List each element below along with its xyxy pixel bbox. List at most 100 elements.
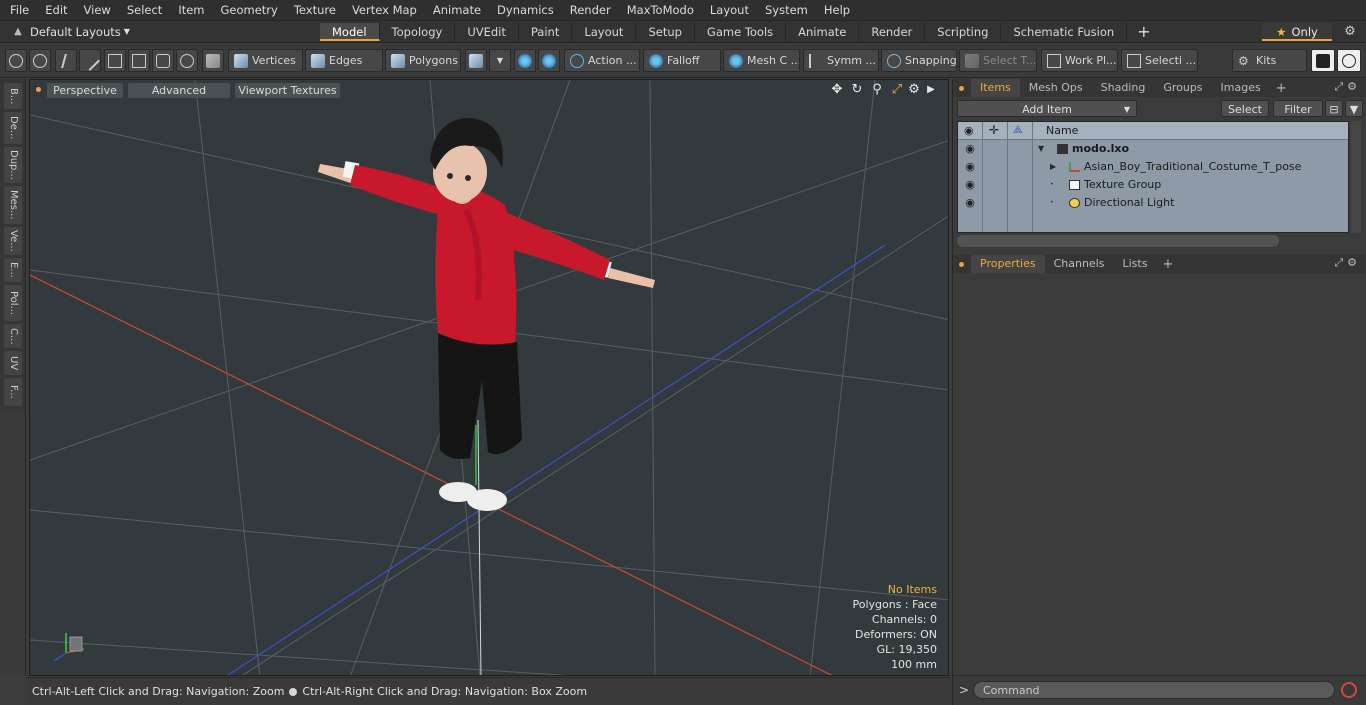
- maximize-view-icon[interactable]: ⤢: [889, 82, 905, 97]
- unity-button[interactable]: [1311, 49, 1335, 72]
- frame-button[interactable]: [152, 49, 174, 72]
- tab-scripting[interactable]: Scripting: [925, 22, 1002, 41]
- menu-view[interactable]: View: [76, 0, 119, 21]
- tab-schematic-fusion[interactable]: Schematic Fusion: [1001, 22, 1128, 41]
- visibility-eye-icon[interactable]: ◉: [962, 176, 978, 194]
- sphere-button[interactable]: [176, 49, 198, 72]
- align-button[interactable]: [104, 49, 126, 72]
- advanced-button[interactable]: Advanced: [128, 83, 230, 98]
- collapse-button[interactable]: ⊟: [1325, 100, 1343, 117]
- menu-dynamics[interactable]: Dynamics: [489, 0, 562, 21]
- polygons-button[interactable]: Polygons: [385, 49, 461, 72]
- menu-texture[interactable]: Texture: [286, 0, 344, 21]
- tab-properties[interactable]: Properties: [971, 255, 1045, 273]
- shield-alt-button[interactable]: [538, 49, 560, 72]
- zoom-view-icon[interactable]: ⚲: [869, 82, 885, 97]
- viewport-gear-icon[interactable]: ⚙: [906, 82, 922, 97]
- filter-button[interactable]: Filter: [1273, 100, 1323, 117]
- menu-render[interactable]: Render: [562, 0, 619, 21]
- menu-vertex-map[interactable]: Vertex Map: [344, 0, 425, 21]
- tree-row-scene[interactable]: ◉ ▼ modo.lxo: [958, 140, 1348, 158]
- menu-item[interactable]: Item: [170, 0, 212, 21]
- menu-system[interactable]: System: [757, 0, 816, 21]
- symmetry-button[interactable]: Symm ...: [803, 49, 879, 72]
- only-button[interactable]: ★ Only: [1262, 23, 1332, 41]
- perspective-button[interactable]: Perspective: [47, 83, 123, 98]
- select-button[interactable]: Select: [1221, 100, 1269, 117]
- menu-layout[interactable]: Layout: [702, 0, 757, 21]
- select-through-button[interactable]: Select T...: [959, 49, 1037, 72]
- expand-right-icon[interactable]: ▶: [1050, 158, 1056, 176]
- menu-edit[interactable]: Edit: [37, 0, 75, 21]
- brush-tool-button[interactable]: [79, 49, 101, 72]
- tab-game-tools[interactable]: Game Tools: [695, 22, 787, 41]
- panel-options-icon[interactable]: ⤢⚙: [1334, 80, 1361, 94]
- shield-button[interactable]: [514, 49, 536, 72]
- layout-dropdown[interactable]: ▲ Default Layouts ▼: [0, 21, 320, 43]
- visibility-eye-icon[interactable]: ◉: [962, 194, 978, 212]
- expand-down-icon[interactable]: ▼: [1038, 140, 1044, 158]
- tab-paint[interactable]: Paint: [519, 22, 573, 41]
- vtab-deform[interactable]: De...: [4, 112, 22, 144]
- add-panel-tab-icon[interactable]: +: [1270, 81, 1293, 96]
- tab-items[interactable]: Items: [971, 79, 1020, 97]
- menu-geometry[interactable]: Geometry: [213, 0, 286, 21]
- viewport-menu-arrow-icon[interactable]: ▶: [923, 84, 939, 95]
- items-vertical-scrollbar[interactable]: [1351, 121, 1361, 233]
- vtab-basic[interactable]: B...: [4, 83, 22, 109]
- tree-row-mesh[interactable]: ◉ ▶ Asian_Boy_Traditional_Costume_T_pose: [958, 158, 1348, 176]
- move-view-icon[interactable]: ✥: [829, 82, 845, 97]
- add-tab-icon[interactable]: +: [1127, 22, 1160, 41]
- vtab-fusion[interactable]: F...: [4, 378, 22, 406]
- vtab-uv[interactable]: UV: [4, 351, 22, 375]
- falloff-button[interactable]: Falloff: [643, 49, 721, 72]
- items-horizontal-scrollbar[interactable]: [957, 235, 1279, 247]
- selection-sets-button[interactable]: Selecti ...: [1121, 49, 1198, 72]
- snapping-button[interactable]: Snapping: [881, 49, 957, 72]
- kits-button[interactable]: ⚙ Kits: [1232, 49, 1307, 72]
- panel-options-icon[interactable]: ⤢⚙: [1334, 256, 1361, 270]
- tab-mesh-ops[interactable]: Mesh Ops: [1020, 79, 1092, 97]
- menu-animate[interactable]: Animate: [425, 0, 489, 21]
- pen-tool-button[interactable]: [55, 49, 77, 72]
- rotate-view-icon[interactable]: ↻: [849, 82, 865, 97]
- layout-switch-icon[interactable]: ▲: [6, 26, 30, 37]
- visibility-eye-icon[interactable]: ◉: [962, 158, 978, 176]
- gear-icon[interactable]: ⚙: [1340, 23, 1360, 41]
- tab-uvedit[interactable]: UVEdit: [455, 22, 519, 41]
- tab-model[interactable]: Model: [320, 22, 380, 41]
- unreal-button[interactable]: [1337, 49, 1361, 72]
- tab-channels[interactable]: Channels: [1045, 255, 1114, 273]
- viewport-textures-button[interactable]: Viewport Textures: [235, 83, 340, 98]
- name-column-header[interactable]: Name: [1046, 124, 1078, 137]
- tab-setup[interactable]: Setup: [636, 22, 695, 41]
- item-mode-button[interactable]: [202, 49, 224, 72]
- mode-dropdown-button[interactable]: ▼: [489, 49, 511, 72]
- tab-layout[interactable]: Layout: [572, 22, 637, 41]
- add-panel-tab-icon[interactable]: +: [1156, 257, 1179, 272]
- tree-row-directional-light[interactable]: ◉ • Directional Light: [958, 194, 1348, 212]
- tab-shading[interactable]: Shading: [1092, 79, 1155, 97]
- tab-animate[interactable]: Animate: [786, 22, 860, 41]
- visibility-eye-icon[interactable]: ◉: [962, 140, 978, 158]
- tab-render[interactable]: Render: [859, 22, 926, 41]
- vtab-vertex[interactable]: Ve...: [4, 227, 22, 255]
- mesh-constraint-button[interactable]: Mesh C ...: [723, 49, 800, 72]
- vtab-duplicate[interactable]: Dup...: [4, 147, 22, 183]
- vtab-curve[interactable]: C...: [4, 324, 22, 348]
- tab-groups[interactable]: Groups: [1154, 79, 1211, 97]
- menu-help[interactable]: Help: [816, 0, 858, 21]
- center-button[interactable]: [128, 49, 150, 72]
- menu-maxtomodo[interactable]: MaxToModo: [619, 0, 702, 21]
- tab-images[interactable]: Images: [1212, 79, 1270, 97]
- vtab-mesh-edit[interactable]: Mes...: [4, 186, 22, 224]
- vtab-edge[interactable]: E...: [4, 258, 22, 282]
- select-mode-button[interactable]: [5, 49, 27, 72]
- vtab-polygon[interactable]: Pol...: [4, 285, 22, 321]
- menu-select[interactable]: Select: [119, 0, 170, 21]
- work-plane-button[interactable]: Work Pl...: [1041, 49, 1118, 72]
- 3d-viewport[interactable]: Perspective Advanced Viewport Textures ✥…: [29, 79, 949, 676]
- action-center-button[interactable]: Action ...: [564, 49, 640, 72]
- filter-funnel-button[interactable]: ▼: [1345, 100, 1363, 117]
- edges-button[interactable]: Edges: [305, 49, 383, 72]
